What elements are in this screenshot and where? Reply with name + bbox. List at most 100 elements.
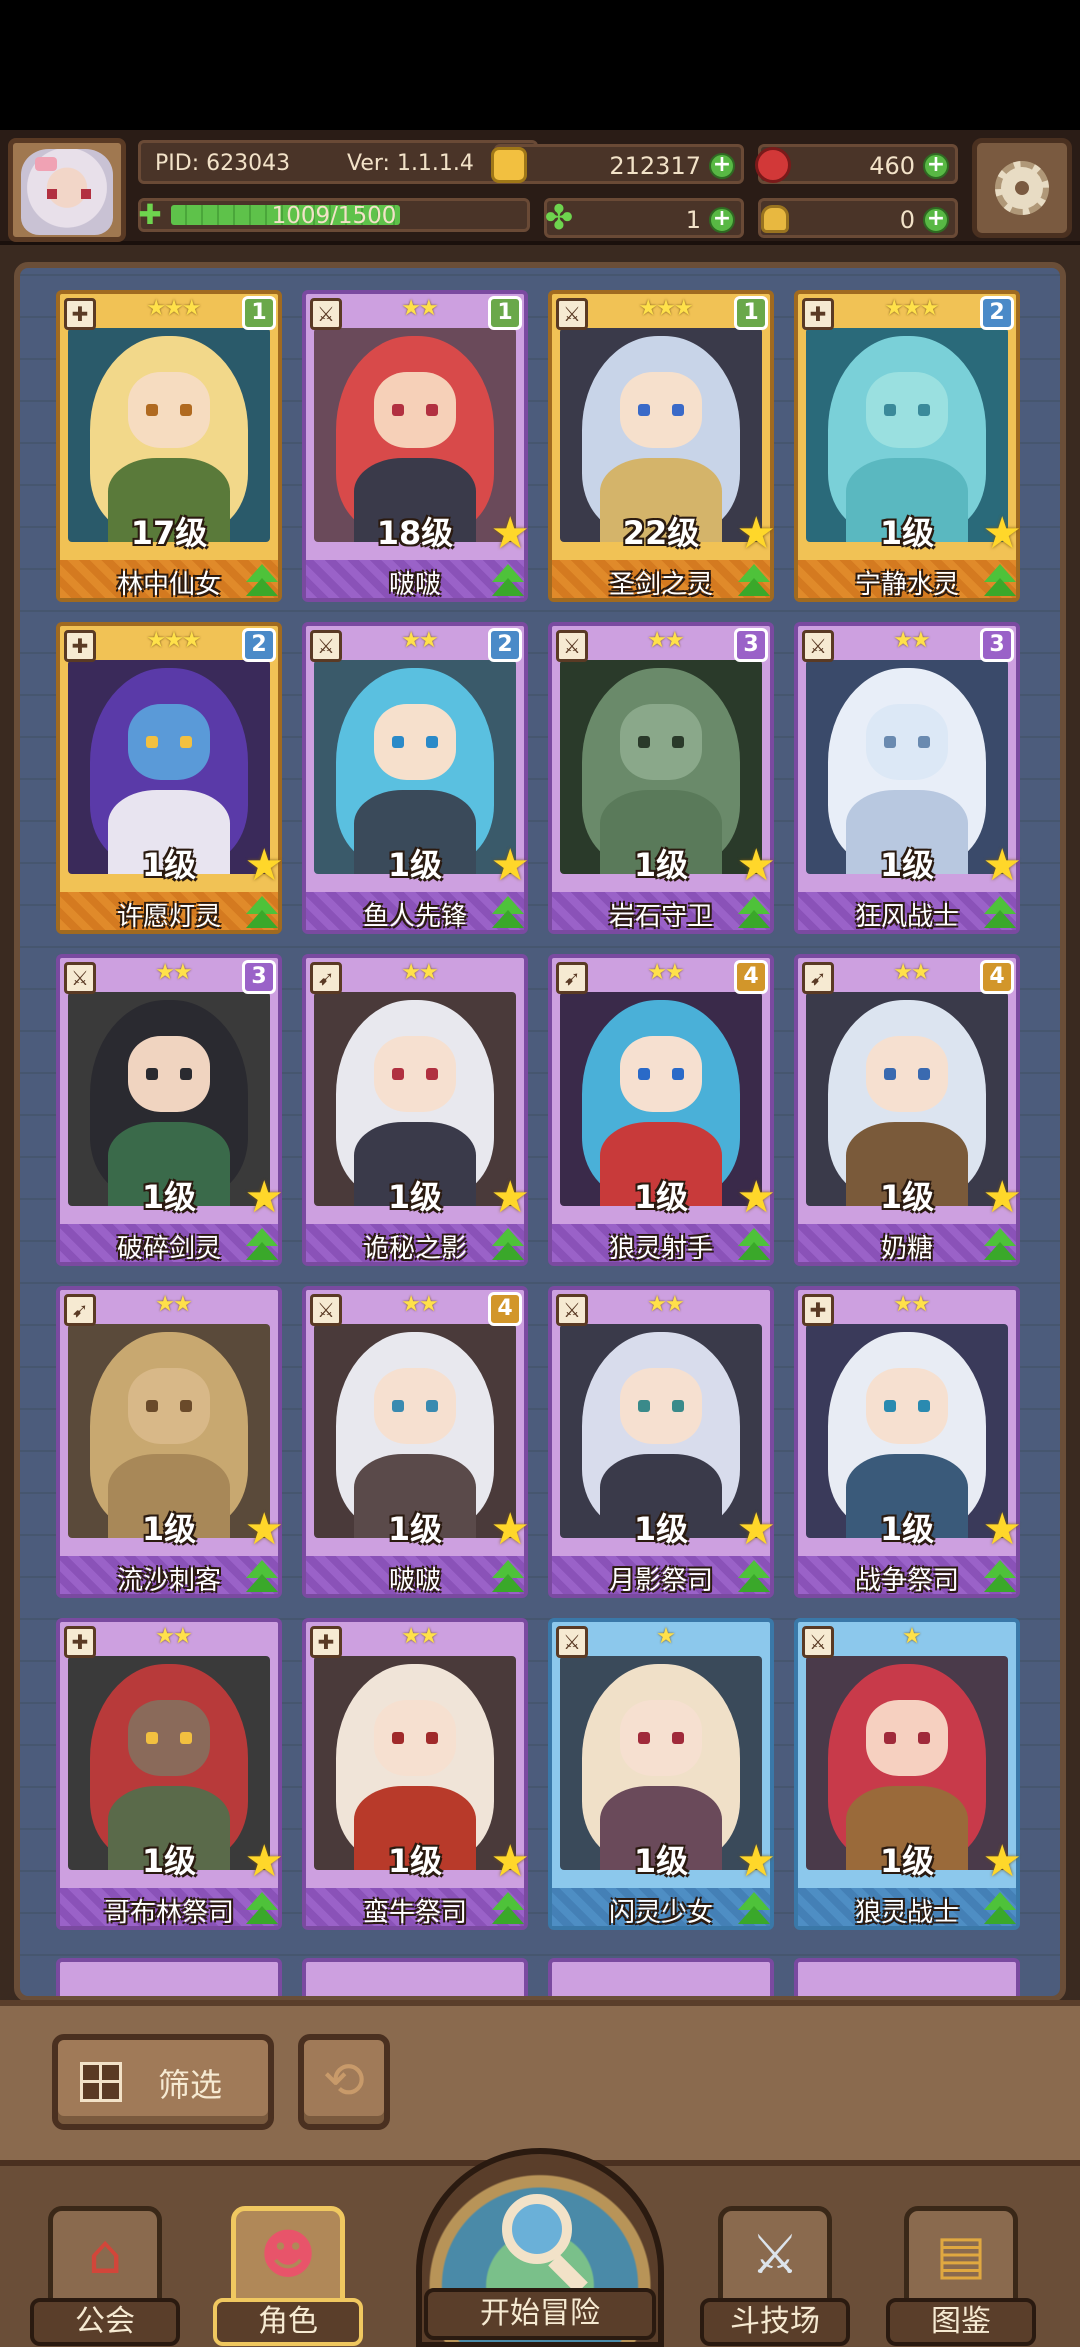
rank-badge: 4	[734, 960, 768, 994]
class-icon: ✚	[64, 1626, 96, 1658]
character-card[interactable]: ⚔ ★★ 1 18级 啵啵 ★	[302, 290, 530, 602]
star-upgrade-icon: ★	[736, 1836, 776, 1887]
class-icon: ➹	[64, 1294, 96, 1326]
class-icon: ✚	[64, 298, 96, 330]
character-card[interactable]: ✚ ★★ 1级 哥布林祭司 ★	[56, 1618, 284, 1930]
nav-guild[interactable]: ⌂ 公会	[30, 2206, 180, 2347]
portrait-eye	[672, 1400, 684, 1412]
grid-filter-icon	[80, 2062, 122, 2102]
class-icon: ⚔	[802, 630, 834, 662]
character-card[interactable]: ⚔ ★★ 3 1级 狂风战士 ★	[794, 622, 1022, 934]
level-up-arrow-icon	[734, 894, 774, 934]
portrait-eye	[146, 404, 158, 416]
star-upgrade-icon: ★	[244, 840, 284, 891]
clover-value: 1	[685, 206, 701, 234]
star-upgrade-icon: ★	[982, 508, 1022, 559]
portrait-eye	[672, 736, 684, 748]
portrait-face	[620, 372, 702, 448]
character-card[interactable]: ➹ ★★ 1级 流沙刺客 ★	[56, 1286, 284, 1598]
character-card[interactable]: ➹ ★★ 1级 诡秘之影 ★	[302, 954, 530, 1266]
portrait-eye	[392, 1732, 404, 1744]
clover-icon: ✤	[544, 198, 574, 238]
portrait-face	[620, 1368, 702, 1444]
character-card[interactable]: ⚔ ★ 1级 闪灵少女 ★	[548, 1618, 776, 1930]
rank-badge: 3	[980, 628, 1014, 662]
rarity-stars: ★★	[401, 1624, 438, 1649]
rarity-stars: ★★	[401, 628, 438, 653]
character-card-partial[interactable]	[794, 1958, 1020, 1996]
character-card[interactable]: ✚ ★★ 1级 战争祭司 ★	[794, 1286, 1022, 1598]
reset-filter-button[interactable]: ⟲	[298, 2034, 390, 2130]
character-card[interactable]: ⚔ ★★★ 1 22级 圣剑之灵 ★	[548, 290, 776, 602]
rank-badge: 1	[242, 296, 276, 330]
character-card[interactable]: ⚔ ★★ 3 1级 岩石守卫 ★	[548, 622, 776, 934]
level-up-arrow-icon	[980, 1558, 1020, 1598]
star-upgrade-icon: ★	[982, 1172, 1022, 1223]
key-value: 0	[899, 206, 915, 234]
portrait-eye	[638, 736, 650, 748]
portrait-face	[374, 1368, 456, 1444]
star-upgrade-icon: ★	[736, 840, 776, 891]
rarity-stars: ★★	[647, 960, 684, 985]
clover-resource: ✤ 1 +	[544, 198, 744, 238]
add-key-button[interactable]: +	[923, 207, 949, 233]
player-avatar[interactable]	[8, 138, 126, 242]
character-card[interactable]: ⚔ ★★ 3 1级 破碎剑灵 ★	[56, 954, 284, 1266]
portrait-face	[620, 1700, 702, 1776]
portrait-face	[866, 1036, 948, 1112]
character-card[interactable]: ⚔ ★ 1级 狼灵战士 ★	[794, 1618, 1022, 1930]
level-up-arrow-icon	[488, 894, 528, 934]
level-up-arrow-icon	[980, 1226, 1020, 1266]
rank-badge: 3	[242, 960, 276, 994]
class-icon: ⚔	[556, 630, 588, 662]
character-card-partial[interactable]	[302, 1958, 528, 1996]
rank-badge: 1	[488, 296, 522, 330]
nav-characters-label: 角色	[213, 2298, 363, 2346]
rarity-stars: ★★★	[146, 628, 201, 653]
character-card[interactable]: ⚔ ★★ 1级 月影祭司 ★	[548, 1286, 776, 1598]
portrait-eye	[918, 1400, 930, 1412]
avatar-bow	[35, 157, 57, 171]
portrait-eye	[426, 1068, 438, 1080]
rarity-stars: ★★	[155, 960, 192, 985]
character-card[interactable]: ✚ ★★★ 2 1级 宁静水灵 ★	[794, 290, 1022, 602]
add-clover-button[interactable]: +	[709, 207, 735, 233]
star-upgrade-icon: ★	[490, 1836, 530, 1887]
character-card[interactable]: ⚔ ★★ 2 1级 鱼人先锋 ★	[302, 622, 530, 934]
settings-button[interactable]	[972, 138, 1072, 238]
class-icon: ➹	[310, 962, 342, 994]
star-upgrade-icon: ★	[490, 1172, 530, 1223]
character-card[interactable]: ➹ ★★ 4 1级 奶糖 ★	[794, 954, 1022, 1266]
nav-codex[interactable]: ▤ 图鉴	[886, 2206, 1036, 2347]
portrait-face	[128, 1700, 210, 1776]
character-grid-panel: ✚ ★★★ 1 17级 林中仙女 ⚔ ★★ 1 18级 啵啵 ★ ⚔ ★★★ 1 22级 圣剑之灵 ★ ✚ ★★★ 2…	[14, 262, 1066, 2002]
character-card[interactable]: ➹ ★★ 4 1级 狼灵射手 ★	[548, 954, 776, 1266]
portrait-eye	[918, 1732, 930, 1744]
game-screen: PID: 623043 Ver: 1.1.1.4 ✚ 1009/1500 212…	[0, 0, 1080, 2347]
portrait-eye	[392, 1068, 404, 1080]
character-card[interactable]: ✚ ★★ 1级 蛮牛祭司 ★	[302, 1618, 530, 1930]
start-adventure-button[interactable]: 开始冒险	[416, 2148, 664, 2347]
character-card[interactable]: ✚ ★★★ 1 17级 林中仙女	[56, 290, 282, 602]
nav-arena[interactable]: ⚔ 斗技场	[700, 2206, 850, 2347]
level-up-arrow-icon	[242, 894, 282, 934]
add-apple-button[interactable]: +	[923, 153, 949, 179]
character-card[interactable]: ✚ ★★★ 2 1级 许愿灯灵 ★	[56, 622, 284, 934]
xp-text: 1009/1500	[271, 203, 397, 229]
character-card-partial[interactable]	[548, 1958, 774, 1996]
character-card-partial[interactable]	[56, 1958, 282, 1996]
add-gold-button[interactable]: +	[709, 153, 735, 179]
nav-characters[interactable]: ☻ 角色	[213, 2206, 363, 2347]
filter-button[interactable]: 筛选	[52, 2034, 274, 2130]
level-up-arrow-icon	[488, 1890, 528, 1930]
rarity-stars: ★★	[647, 628, 684, 653]
avatar-eyes	[47, 189, 91, 199]
rank-badge: 1	[734, 296, 768, 330]
level-up-arrow-icon	[242, 562, 282, 602]
xp-bar: ✚ 1009/1500	[138, 198, 530, 232]
portrait-face	[374, 1700, 456, 1776]
class-icon: ⚔	[310, 1294, 342, 1326]
gold-value: 212317	[609, 152, 701, 180]
character-card[interactable]: ⚔ ★★ 4 1级 啵啵 ★	[302, 1286, 530, 1598]
portrait-eye	[426, 1732, 438, 1744]
